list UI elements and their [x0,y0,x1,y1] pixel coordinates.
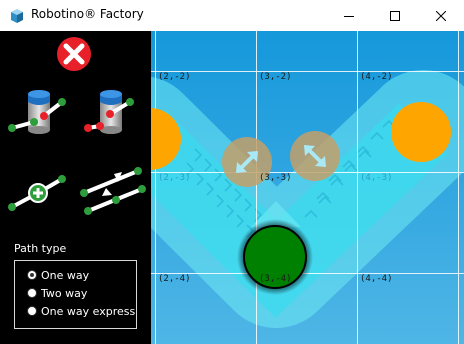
maximize-button[interactable] [372,0,418,31]
coord-label: (3,-3) [259,173,292,183]
radio-one-way-label: One way [41,268,90,282]
factory-map[interactable]: (2,-2) (3,-2) (4,-2) (2,-3) (3,-3) (4,-3… [151,31,464,344]
coord-label: (2,-2) [158,72,191,82]
coord-label: (3,-4) [259,274,292,284]
coord-label: (3,-2) [259,72,292,82]
radio-two-way-label: Two way [41,286,88,300]
app-icon [11,9,23,23]
minimize-icon [344,15,354,17]
delete-icon[interactable] [56,36,92,72]
maximize-icon [390,10,400,21]
coord-label: (2,-4) [158,274,191,284]
coord-label: (2,-3) [158,173,191,183]
radio-one-way-express-label: One way express [41,304,136,318]
window-title: Robotino® Factory [31,7,144,21]
minimize-button[interactable] [326,0,372,31]
coord-label: (4,-3) [360,173,393,183]
map-canvas[interactable] [151,31,464,344]
close-icon [436,10,446,21]
add-path-icon[interactable] [4,171,70,215]
direction-handle-right[interactable] [290,131,340,181]
tool-sidebar: Path type One way Two way One way expres… [0,31,151,344]
radio-one-way-indicator[interactable] [27,270,37,280]
title-bar: Robotino® Factory [0,0,464,31]
radio-one-way-express-indicator[interactable] [27,306,37,316]
close-button[interactable] [418,0,464,31]
coord-label: (4,-2) [360,72,393,82]
multi-path-icon[interactable] [78,167,146,219]
station-link-icon[interactable] [6,88,70,140]
station-unlink-icon[interactable] [80,88,144,140]
station-right[interactable] [391,102,451,162]
radio-one-way-express[interactable]: One way express [27,303,135,319]
radio-two-way-indicator[interactable] [27,288,37,298]
coord-label: (4,-4) [360,274,393,284]
radio-two-way[interactable]: Two way [27,285,87,301]
radio-one-way[interactable]: One way [27,267,89,283]
path-type-label: Path type [14,242,67,255]
path-type-group: One way Two way One way express [14,260,137,329]
